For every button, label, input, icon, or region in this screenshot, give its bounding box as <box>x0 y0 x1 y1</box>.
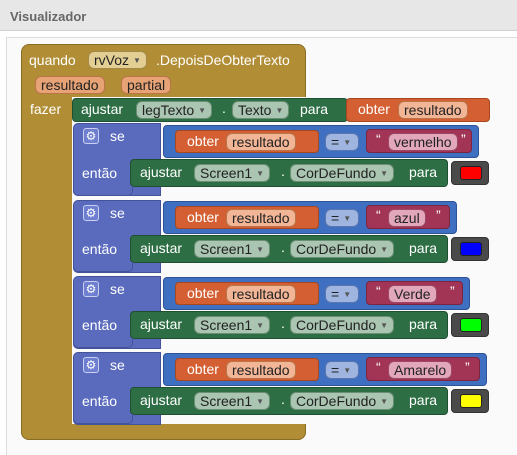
set-label: ajustar <box>140 164 183 180</box>
close-quote: ” <box>450 283 455 299</box>
dot-label: . <box>281 391 285 407</box>
if-block-foot <box>73 186 133 196</box>
to-label: para <box>300 101 329 117</box>
set-label: ajustar <box>140 316 183 332</box>
open-quote: “ <box>376 283 381 299</box>
to-label: para <box>409 240 438 256</box>
dropdown-arrow-icon: ▼ <box>343 290 352 299</box>
event-block-bottom <box>21 424 306 440</box>
to-label: para <box>409 392 438 408</box>
var-dropdown-resultado[interactable]: resultado <box>226 133 296 151</box>
var-dropdown-resultado[interactable]: resultado <box>398 101 468 119</box>
component-dropdown[interactable]: rvVoz ▼ <box>88 51 147 69</box>
property-dropdown-cor[interactable]: CorDeFundo ▼ <box>290 392 395 410</box>
var-dropdown-resultado[interactable]: resultado <box>226 361 296 379</box>
if-block-foot <box>73 262 133 272</box>
dot-label: . <box>281 163 285 179</box>
param-partial[interactable]: partial <box>121 76 172 94</box>
var-dropdown-resultado[interactable]: resultado <box>226 285 296 303</box>
if-label: se <box>110 205 125 221</box>
dot-label: . <box>281 239 285 255</box>
dot-label: . <box>281 315 285 331</box>
when-label: quando <box>29 52 76 68</box>
dropdown-arrow-icon: ▼ <box>343 138 352 147</box>
text-value[interactable]: azul <box>388 209 426 227</box>
event-name: .DepoisDeObterTexto <box>156 52 290 68</box>
title-bar: Visualizador <box>0 0 517 31</box>
set-label: ajustar <box>140 392 183 408</box>
operator-dropdown[interactable]: = ▼ <box>325 209 359 227</box>
dropdown-arrow-icon: ▼ <box>256 397 265 406</box>
component-dropdown-screen[interactable]: Screen1 ▼ <box>194 392 271 410</box>
set-label: ajustar <box>81 101 124 117</box>
dropdown-arrow-icon: ▼ <box>198 106 207 115</box>
text-value[interactable]: Amarelo <box>388 361 453 379</box>
dropdown-arrow-icon: ▼ <box>380 245 389 254</box>
panel-title: Visualizador <box>10 9 87 24</box>
dropdown-arrow-icon: ▼ <box>256 245 265 254</box>
property-dropdown-cor[interactable]: CorDeFundo ▼ <box>290 316 395 334</box>
gear-icon[interactable]: ⚙ <box>83 357 99 373</box>
component-dropdown-screen[interactable]: Screen1 ▼ <box>194 164 271 182</box>
param-resultado[interactable]: resultado <box>35 76 105 94</box>
component-dropdown-legtexto[interactable]: legTexto ▼ <box>136 101 213 119</box>
gear-icon[interactable]: ⚙ <box>83 281 99 297</box>
to-label: para <box>409 164 438 180</box>
get-label: obter <box>187 361 219 377</box>
if-block-foot <box>73 338 133 348</box>
dropdown-arrow-icon: ▼ <box>256 169 265 178</box>
get-label: obter <box>187 285 219 301</box>
property-dropdown-cor[interactable]: CorDeFundo ▼ <box>290 164 395 182</box>
then-label: então <box>82 165 118 181</box>
get-label: obter <box>358 101 390 117</box>
operator-dropdown[interactable]: = ▼ <box>325 133 359 151</box>
operator-dropdown[interactable]: = ▼ <box>325 361 359 379</box>
color-swatch[interactable] <box>460 394 482 408</box>
dropdown-arrow-icon: ▼ <box>256 321 265 330</box>
component-dropdown-screen[interactable]: Screen1 ▼ <box>194 240 271 258</box>
dropdown-arrow-icon: ▼ <box>380 397 389 406</box>
if-label: se <box>110 281 125 297</box>
gear-icon[interactable]: ⚙ <box>83 128 99 144</box>
color-swatch[interactable] <box>460 242 482 256</box>
dropdown-arrow-icon: ▼ <box>133 56 141 65</box>
text-value[interactable]: Verde <box>388 285 437 303</box>
if-label: se <box>110 357 125 373</box>
gear-icon[interactable]: ⚙ <box>83 205 99 221</box>
if-block-foot <box>73 414 133 424</box>
property-dropdown-texto[interactable]: Texto ▼ <box>232 101 290 119</box>
open-quote: “ <box>376 359 381 375</box>
var-dropdown-resultado[interactable]: resultado <box>226 209 296 227</box>
then-label: então <box>82 317 118 333</box>
do-label: fazer <box>30 101 62 117</box>
component-dropdown-screen[interactable]: Screen1 ▼ <box>194 316 271 334</box>
close-quote: ” <box>461 131 466 147</box>
dropdown-arrow-icon: ▼ <box>343 214 352 223</box>
operator-dropdown[interactable]: = ▼ <box>325 285 359 303</box>
open-quote: “ <box>376 207 381 223</box>
dot-label: . <box>222 100 226 116</box>
close-quote: ” <box>436 207 441 223</box>
color-swatch[interactable] <box>460 166 482 180</box>
if-label: se <box>110 128 125 144</box>
get-label: obter <box>187 209 219 225</box>
text-value[interactable]: vermelho <box>388 133 458 151</box>
dropdown-arrow-icon: ▼ <box>343 366 352 375</box>
dropdown-arrow-icon: ▼ <box>275 106 284 115</box>
open-quote: “ <box>376 131 381 147</box>
set-label: ajustar <box>140 240 183 256</box>
then-label: então <box>82 241 118 257</box>
close-quote: ” <box>465 359 470 375</box>
then-label: então <box>82 393 118 409</box>
dropdown-arrow-icon: ▼ <box>380 321 389 330</box>
property-dropdown-cor[interactable]: CorDeFundo ▼ <box>290 240 395 258</box>
to-label: para <box>409 316 438 332</box>
get-label: obter <box>187 133 219 149</box>
dropdown-arrow-icon: ▼ <box>380 169 389 178</box>
color-swatch[interactable] <box>460 318 482 332</box>
